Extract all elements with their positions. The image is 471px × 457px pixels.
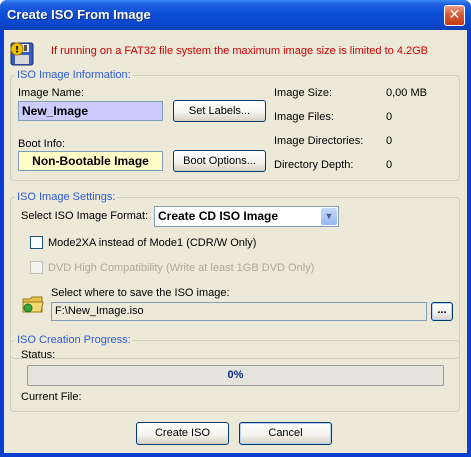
image-directories-label: Image Directories: — [274, 135, 364, 147]
svg-text:!: ! — [15, 46, 19, 56]
dvd-compat-checkbox[interactable] — [30, 261, 43, 274]
iso-format-value: Create CD ISO Image — [158, 209, 279, 223]
fat32-warning-text: If running on a FAT32 file system the ma… — [51, 45, 429, 57]
browse-button[interactable]: ... — [431, 302, 453, 321]
image-name-label: Image Name: — [18, 87, 85, 99]
title-bar[interactable]: Create ISO From Image ✕ — [0, 0, 471, 30]
iso-format-select[interactable]: Create CD ISO Image ▼ — [154, 206, 339, 227]
current-file-label: Current File: — [21, 391, 82, 403]
image-files-value: 0 — [386, 111, 393, 123]
progress-percent-text: 0% — [227, 369, 244, 381]
progress-bar: 0% — [27, 365, 444, 386]
save-path-field[interactable]: F:\New_Image.iso — [51, 302, 427, 321]
floppy-warning-icon: ! — [10, 42, 34, 66]
group-title-information: ISO Image Information: — [15, 69, 133, 81]
boot-options-button[interactable]: Boot Options... — [173, 150, 266, 172]
close-button[interactable]: ✕ — [444, 5, 465, 26]
status-label: Status: — [21, 349, 56, 361]
iso-image-information-group: ISO Image Information: Image Name: New_I… — [10, 69, 460, 181]
image-size-value: 0,00 MB — [386, 87, 427, 99]
create-iso-button[interactable]: Create ISO — [136, 422, 229, 445]
image-name-field[interactable]: New_Image — [18, 101, 163, 121]
directory-depth-value: 0 — [386, 159, 393, 171]
cancel-button[interactable]: Cancel — [239, 422, 332, 445]
dialog-body: ! If running on a FAT32 file system the … — [4, 30, 467, 453]
mode2xa-label[interactable]: Mode2XA instead of Mode1 (CDR/W Only) — [48, 237, 256, 249]
chevron-down-icon[interactable]: ▼ — [321, 208, 337, 225]
directory-depth-label: Directory Depth: — [274, 159, 354, 171]
boot-info-label: Boot Info: — [18, 138, 66, 150]
image-directories-value: 0 — [386, 135, 393, 147]
format-label: Select ISO Image Format: — [21, 210, 149, 222]
window-title: Create ISO From Image — [7, 7, 151, 22]
image-size-label: Image Size: — [274, 87, 333, 99]
image-files-label: Image Files: — [274, 111, 334, 123]
boot-info-field: Non-Bootable Image — [18, 151, 163, 171]
group-title-settings: ISO Image Settings: — [15, 191, 118, 203]
save-location-label: Select where to save the ISO image: — [51, 287, 230, 299]
mode2xa-checkbox[interactable] — [30, 236, 43, 249]
folder-icon — [22, 296, 44, 313]
create-iso-dialog: Create ISO From Image ✕ ! If running on … — [0, 0, 471, 457]
iso-creation-progress-group: ISO Creation Progress: Status: 0% Curren… — [10, 334, 460, 412]
dvd-compat-label: DVD High Compatibility (Write at least 1… — [48, 262, 315, 274]
set-labels-button[interactable]: Set Labels... — [173, 100, 266, 122]
group-title-progress: ISO Creation Progress: — [15, 334, 133, 346]
